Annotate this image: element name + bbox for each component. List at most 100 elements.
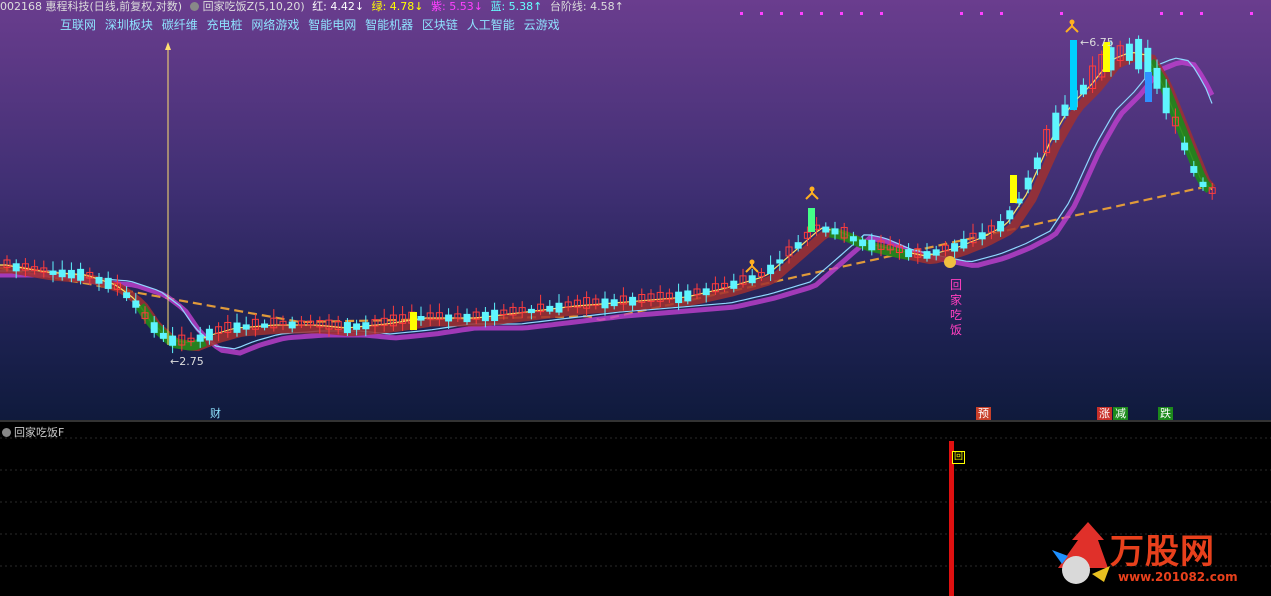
highlight-candle [410, 312, 417, 330]
highlight-candle [1070, 40, 1077, 110]
concept-tag[interactable]: 碳纤维 [162, 18, 198, 32]
blue-line-value: 蓝: 5.38↑ [490, 0, 543, 13]
concept-tags: 互联网 深圳板块 碳纤维 充电桩 网络游戏 智能电网 智能机器 区块链 人工智能… [60, 16, 565, 33]
candle-body [702, 288, 710, 296]
candle-body [169, 335, 177, 346]
candle-body [362, 322, 370, 330]
candle-body [1033, 157, 1041, 170]
top-tick-marker [740, 12, 743, 15]
candle-body [343, 322, 351, 334]
event-jian[interactable]: 减 [1113, 407, 1128, 420]
candle-body [629, 296, 637, 306]
top-tick-marker [880, 12, 883, 15]
sub-signal-bar [949, 441, 954, 596]
candle-body [1006, 210, 1014, 220]
high-price-label: ←6.75 [1080, 36, 1114, 49]
candle-body [905, 249, 913, 258]
candle-body [794, 242, 802, 249]
candle-body [951, 243, 959, 252]
candle-body [1061, 104, 1069, 116]
candle-body [233, 322, 241, 333]
indicator-toggle-icon[interactable] [189, 2, 199, 11]
logo-url: www.201082.com [1118, 570, 1238, 584]
green-line-value: 绿: 4.78↓ [371, 0, 424, 13]
candle-body [527, 308, 535, 314]
top-tick-marker [1200, 12, 1203, 15]
concept-tag[interactable]: 深圳板块 [105, 18, 153, 32]
candle-body [859, 239, 867, 247]
candle-body [123, 292, 131, 299]
candle-body [261, 323, 269, 328]
stock-title: 002168 惠程科技(日线,前复权,对数) [0, 0, 183, 13]
candle-body [1135, 38, 1143, 70]
top-tick-marker [820, 12, 823, 15]
candle-body [1079, 84, 1087, 95]
candle-body [601, 298, 609, 309]
candle-body [868, 239, 876, 251]
concept-tag[interactable]: 云游戏 [524, 18, 560, 32]
header-bar: 002168 惠程科技(日线,前复权,对数) 回家吃饭Z(5,10,20) 红:… [0, 0, 628, 14]
candle-body [159, 332, 167, 339]
candle-body [822, 226, 830, 233]
candle-body [776, 259, 784, 264]
candle-body [610, 299, 618, 307]
top-tick-marker [1250, 12, 1253, 15]
event-die[interactable]: 跌 [1158, 407, 1173, 420]
candle-body [49, 270, 57, 275]
top-tick-marker [780, 12, 783, 15]
candle-body [1052, 112, 1060, 141]
candle-body [132, 300, 140, 308]
top-tick-marker [1000, 12, 1003, 15]
candle-body [491, 309, 499, 322]
candle-body [481, 311, 489, 322]
candle-body [353, 323, 361, 330]
candle-body [95, 276, 103, 284]
top-tick-marker [760, 12, 763, 15]
candle-body [12, 263, 20, 272]
candle-body [546, 305, 554, 312]
candle-body [831, 228, 839, 235]
event-zhang[interactable]: 涨 [1097, 407, 1112, 420]
purple-line-value: 紫: 5.53↓ [431, 0, 483, 13]
concept-tag[interactable]: 互联网 [60, 18, 96, 32]
indicator-name[interactable]: 回家吃饭Z(5,10,20) [203, 0, 305, 13]
money-bag-icon [944, 256, 956, 268]
candle-body [77, 268, 85, 281]
sub-signal-marker: 回 [952, 451, 966, 464]
highlight-candle [1145, 72, 1152, 102]
sub-panel-header: 回家吃饭F [2, 424, 64, 440]
candle-body [1199, 181, 1207, 188]
candle-body [1024, 177, 1032, 190]
highlight-candle [1010, 175, 1017, 203]
candle-body [997, 221, 1005, 232]
concept-tag[interactable]: 充电桩 [207, 18, 243, 32]
concept-tag[interactable]: 智能机器 [365, 18, 413, 32]
event-yu[interactable]: 预 [976, 407, 991, 420]
concept-tag[interactable]: 智能电网 [308, 18, 356, 32]
candle-body [196, 334, 204, 342]
vertical-signal-text: 回家吃饭 [950, 278, 963, 337]
candle-body [675, 291, 683, 304]
candlestick-chart[interactable] [0, 0, 1271, 596]
candle-body [463, 313, 471, 323]
top-tick-marker [840, 12, 843, 15]
candle-body [978, 232, 986, 240]
candle-body [417, 315, 425, 321]
candle-body [1181, 142, 1189, 151]
candle-body [445, 314, 453, 322]
logo-brand: 万股网 [1110, 532, 1215, 572]
sub-indicator-name[interactable]: 回家吃饭F [14, 426, 64, 439]
highlight-candle [808, 208, 815, 232]
concept-tag[interactable]: 人工智能 [467, 18, 515, 32]
sub-indicator-toggle-icon[interactable] [2, 428, 11, 437]
top-tick-marker [800, 12, 803, 15]
candle-body [150, 322, 158, 333]
candle-body [932, 249, 940, 256]
candle-body [767, 264, 775, 275]
logo-arrow-icon [1052, 522, 1110, 584]
concept-tag[interactable]: 区块链 [422, 18, 458, 32]
low-price-label: ←2.75 [170, 355, 204, 368]
event-cai[interactable]: 财 [208, 407, 223, 420]
concept-tag[interactable]: 网络游戏 [251, 18, 299, 32]
top-tick-marker [960, 12, 963, 15]
